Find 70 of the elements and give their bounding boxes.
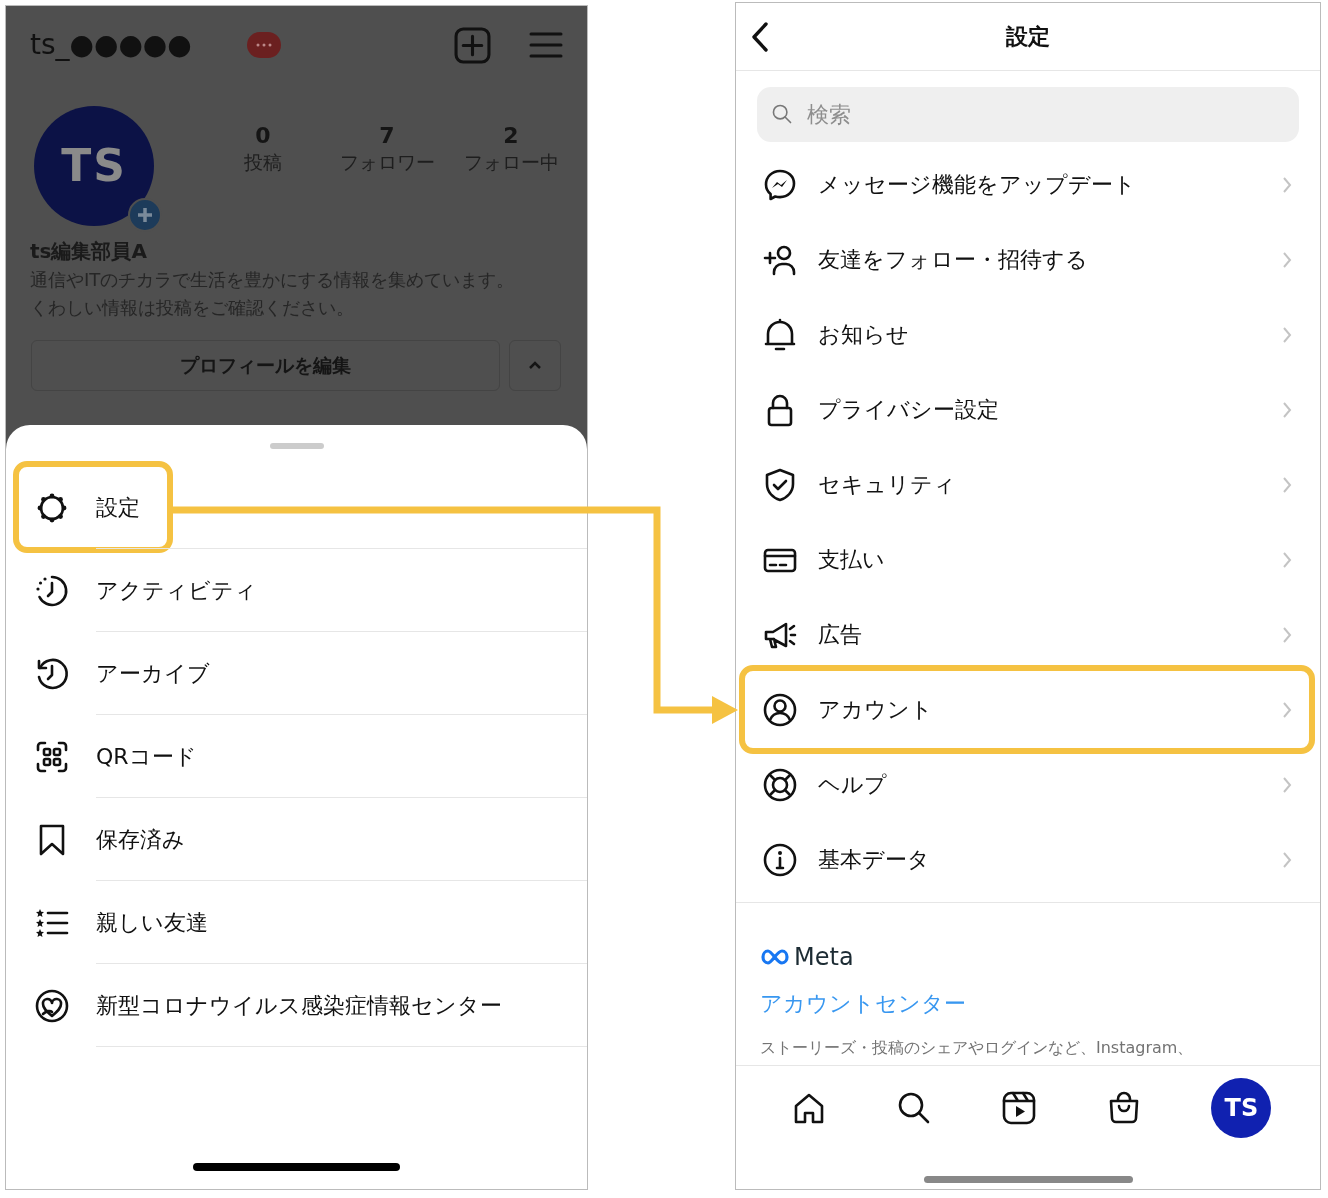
chevron-right-icon — [1282, 250, 1292, 269]
description-text: ストーリーズ・投稿のシェアやログインなど、Instagram、 — [760, 1037, 1195, 1059]
plus-icon — [136, 206, 154, 224]
settings-label: 友達をフォロー・招待する — [818, 246, 1088, 274]
chevron-right-icon — [1282, 550, 1292, 569]
menu-label: アーカイブ — [96, 632, 587, 716]
menu-item[interactable]: 設定 — [6, 466, 587, 550]
chevron-right-icon — [1282, 325, 1292, 344]
menu-label: アクティビティ — [96, 549, 587, 633]
search-icon — [771, 103, 793, 125]
stat-count: 0 — [254, 124, 272, 149]
settings-item[interactable]: ヘルプ — [736, 747, 1320, 822]
meta-logo-text: Meta — [794, 942, 854, 973]
menu-label: 設定 — [96, 466, 587, 550]
chevron-right-icon — [1282, 700, 1292, 719]
infinity-logo-icon — [760, 948, 790, 966]
settings-item[interactable]: お知らせ — [736, 297, 1320, 372]
stat-count: 2 — [502, 124, 520, 149]
settings-label: アカウント — [818, 696, 933, 724]
menu-item[interactable]: 保存済み — [6, 798, 587, 882]
plus-square-icon — [454, 26, 491, 64]
menu-item[interactable]: 親しい友達 — [6, 881, 587, 965]
settings-item[interactable]: プライバシー設定 — [736, 372, 1320, 447]
settings-label: 支払い — [818, 546, 885, 574]
settings-label: ヘルプ — [818, 771, 887, 799]
settings-label: 広告 — [818, 621, 862, 649]
chevron-right-icon — [1282, 850, 1292, 869]
settings-item[interactable]: 支払い — [736, 522, 1320, 597]
reels-tab[interactable] — [1000, 1090, 1037, 1126]
info-icon — [762, 841, 798, 878]
settings-label: 基本データ — [818, 846, 930, 874]
back-chevron-icon — [750, 21, 770, 53]
lifebuoy-icon — [762, 766, 798, 803]
screen-title: 設定 — [1006, 23, 1050, 51]
person-circle-icon — [762, 691, 798, 728]
profile-avatar[interactable]: TS — [34, 106, 154, 226]
settings-item[interactable]: 基本データ — [736, 822, 1320, 897]
stat-count: 7 — [378, 124, 396, 149]
chevron-right-icon — [1282, 400, 1292, 419]
dots-icon — [255, 43, 272, 47]
settings-item[interactable]: メッセージ機能をアップデート — [736, 147, 1320, 222]
menu-item[interactable]: 新型コロナウイルス感染症情報センター — [6, 964, 587, 1048]
chevron-right-icon — [1282, 775, 1292, 794]
bell-icon — [762, 316, 798, 353]
settings-label: プライバシー設定 — [818, 396, 999, 424]
menu-item[interactable]: アクティビティ — [6, 549, 587, 633]
video-icon — [1000, 1090, 1037, 1126]
settings-item[interactable]: セキュリティ — [736, 447, 1320, 522]
settings-label: メッセージ機能をアップデート — [818, 171, 1136, 199]
chevron-up-icon — [528, 361, 542, 370]
menu-label: 親しい友達 — [96, 881, 587, 965]
settings-item[interactable]: アカウント — [736, 672, 1320, 747]
chevron-right-icon — [1282, 625, 1292, 644]
settings-label: お知らせ — [818, 321, 909, 349]
heart-circle-icon — [34, 987, 70, 1024]
menu-item[interactable]: QRコード — [6, 715, 587, 799]
back-button[interactable] — [750, 21, 770, 53]
chevron-right-icon — [1282, 475, 1292, 494]
settings-item[interactable]: 友達をフォロー・招待する — [736, 222, 1320, 297]
settings-item[interactable]: 広告 — [736, 597, 1320, 672]
profile-tab-avatar[interactable]: TS — [1211, 1078, 1272, 1138]
menu-label: 保存済み — [96, 798, 587, 882]
chevron-right-icon — [1282, 175, 1292, 194]
menu-icon — [529, 31, 563, 59]
search-field[interactable]: 検索 — [757, 87, 1299, 142]
menu-label: QRコード — [96, 715, 587, 799]
settings-label: セキュリティ — [818, 471, 956, 499]
drag-handle[interactable] — [269, 443, 324, 450]
menu-item[interactable]: アーカイブ — [6, 632, 587, 716]
menu-label: 新型コロナウイルス感染症情報センター — [96, 964, 587, 1048]
